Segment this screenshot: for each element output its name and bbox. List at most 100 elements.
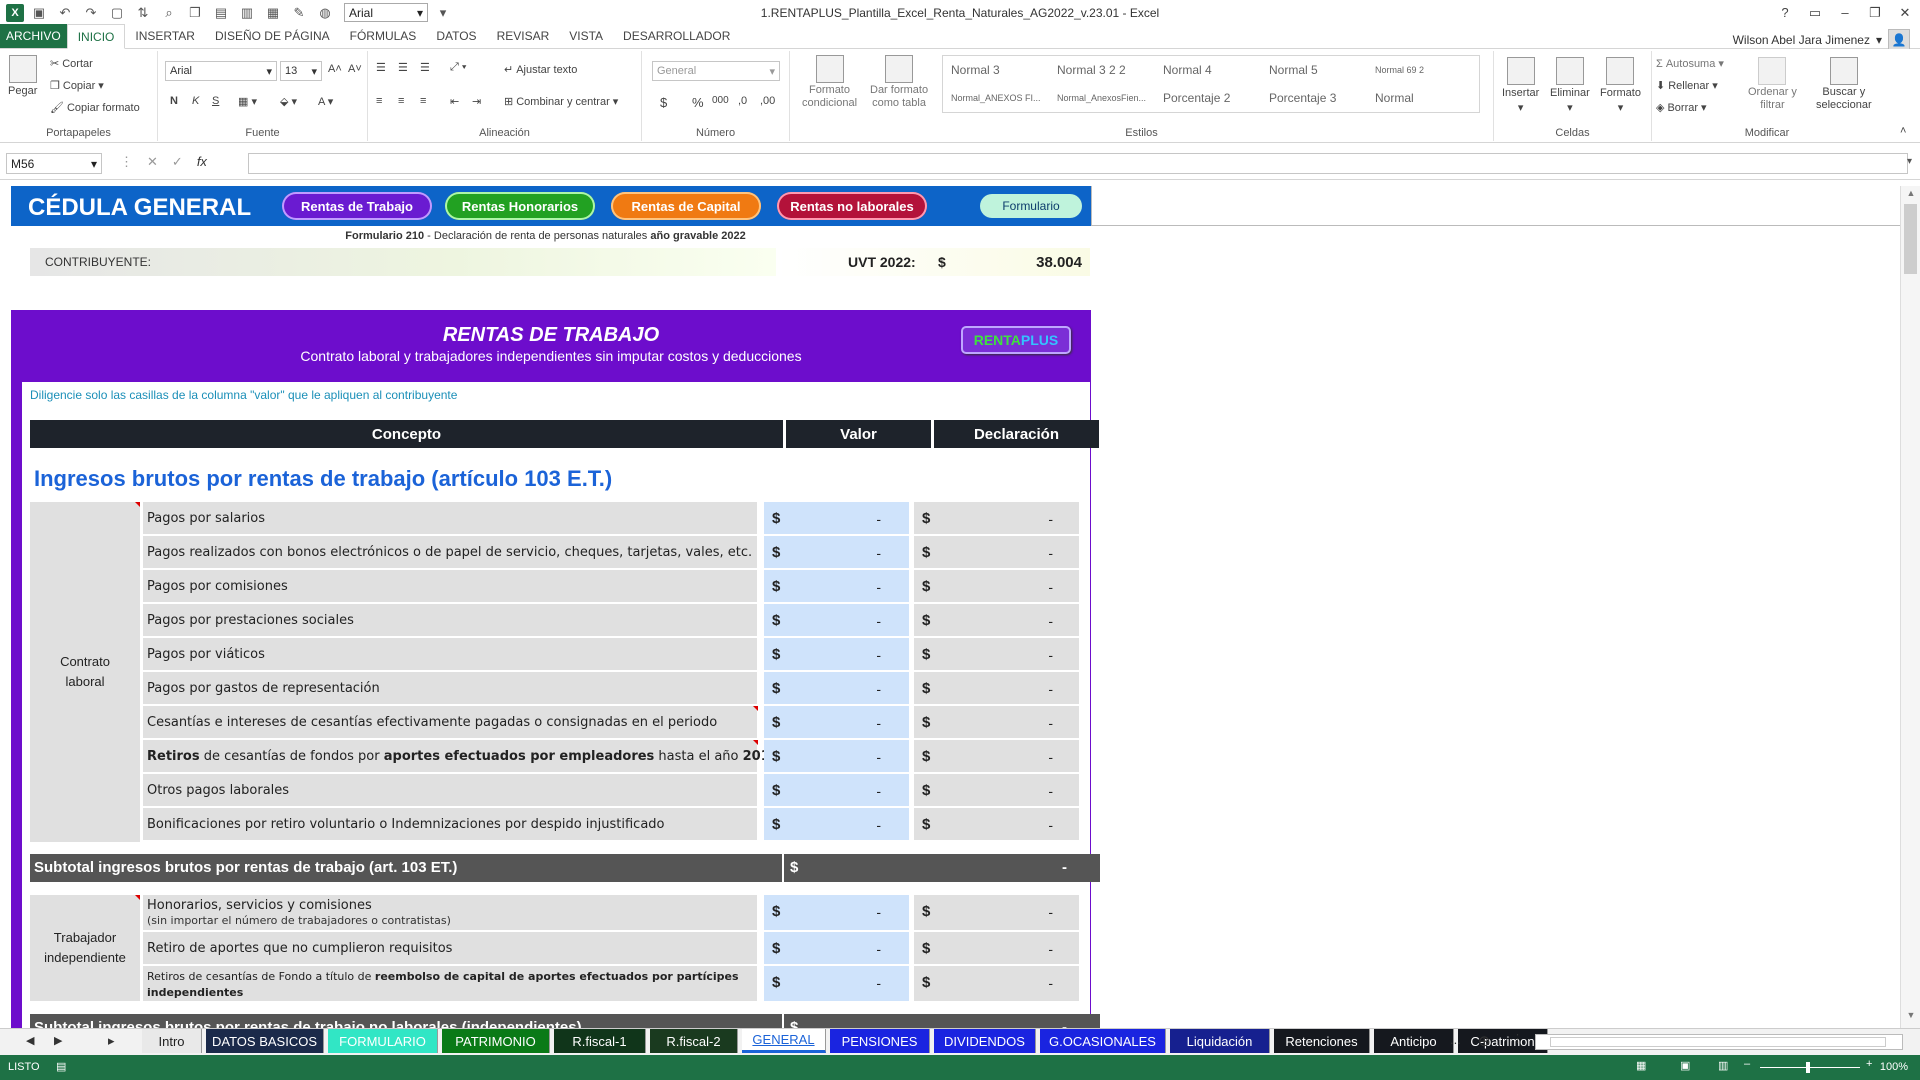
format-cells-button[interactable]: Formato ▾ [1600, 57, 1641, 114]
percent-button[interactable]: % [692, 95, 704, 110]
help-icon[interactable]: ? [1770, 0, 1800, 25]
value-input-cell[interactable]: $ - [764, 932, 909, 965]
save-icon[interactable]: ▣ [28, 3, 50, 23]
decrease-decimal-icon[interactable]: ,00 [760, 95, 775, 107]
nav-rentas-honorarios-button[interactable]: Rentas Honorarios [445, 192, 595, 220]
minimize-icon[interactable]: – [1830, 0, 1860, 25]
nav-formulario-button[interactable]: Formulario [980, 194, 1082, 218]
sheet-tab-formulario[interactable]: FORMULARIO [328, 1029, 438, 1053]
style-normal-3-2-2[interactable]: Normal 3 2 2 [1051, 58, 1153, 82]
style-normal-69-2[interactable]: Normal 69 2 [1369, 58, 1471, 82]
sheet-tab-r-fiscal-2[interactable]: R.fiscal-2 [650, 1029, 738, 1053]
sheet-tab-dividendos[interactable]: DIVIDENDOS [934, 1029, 1036, 1053]
zoom-out-icon[interactable]: – [1744, 1058, 1750, 1070]
style-porcentaje-3[interactable]: Porcentaje 3 [1263, 86, 1365, 110]
value-input-cell[interactable]: $ - [764, 604, 909, 637]
scroll-down-icon[interactable]: ▼ [1901, 1010, 1920, 1026]
value-input-cell[interactable]: $ - [764, 570, 909, 603]
bold-button[interactable]: N [170, 95, 178, 107]
style-normal-anexosfien[interactable]: Normal_AnexosFien... [1051, 86, 1153, 110]
tab-scroll-right-icon[interactable]: ▶ [54, 1034, 62, 1047]
sheet-tab-retenciones[interactable]: Retenciones [1274, 1029, 1370, 1053]
value-input-cell[interactable]: $ - [764, 895, 909, 931]
thousands-button[interactable]: 000 [712, 95, 729, 106]
style-normal-4[interactable]: Normal 4 [1157, 58, 1259, 82]
italic-button[interactable]: K [192, 95, 199, 107]
user-account[interactable]: Wilson Abel Jara Jimenez ▾ 👤 [1733, 29, 1910, 51]
cut-button[interactable]: ✂ Cortar [50, 57, 93, 71]
tab-scroll-left-icon[interactable]: ◀ [26, 1034, 34, 1047]
scroll-up-icon[interactable]: ▲ [1901, 188, 1920, 204]
align-center-icon[interactable]: ≡ [398, 95, 404, 107]
sheet-tab-patrimonio[interactable]: PATRIMONIO [442, 1029, 550, 1053]
nav-rentas-capital-button[interactable]: Rentas de Capital [611, 192, 761, 220]
page-layout-view-icon[interactable]: ▣ [1680, 1059, 1690, 1072]
sheet-tab-anticipo[interactable]: Anticipo [1374, 1029, 1454, 1053]
nav-rentas-no-laborales-button[interactable]: Rentas no laborales [777, 192, 927, 220]
style-normal[interactable]: Normal [1369, 86, 1471, 110]
new-file-icon[interactable]: ▢ [106, 3, 128, 23]
name-box[interactable]: M56 ▾ [6, 153, 102, 174]
font-color-icon[interactable]: A ▾ [318, 95, 333, 108]
value-input-cell[interactable]: $ - [764, 808, 909, 841]
vertical-scrollbar[interactable]: ▲ ▼ [1900, 186, 1920, 1028]
sheet-tab-datos-basicos[interactable]: DATOS BASICOS [206, 1029, 324, 1053]
tab-inicio[interactable]: INICIO [66, 24, 126, 49]
uvt-value[interactable]: 38.004 [1036, 254, 1082, 271]
merge-center-button[interactable]: ⊞ Combinar y centrar ▾ [504, 95, 618, 109]
align-right-icon[interactable]: ≡ [420, 95, 426, 107]
tab-archivo[interactable]: ARCHIVO [0, 24, 67, 48]
fill-button[interactable]: ⬇ Rellenar ▾ [1656, 79, 1718, 93]
redo-icon[interactable]: ↷ [80, 3, 102, 23]
add-sheet-icon[interactable]: ⊕ [1478, 1032, 1491, 1050]
tab-datos[interactable]: DATOS [426, 24, 486, 48]
number-format-select[interactable]: General ▾ [652, 61, 780, 81]
globe-icon[interactable]: ◍ [314, 3, 336, 23]
print-preview-icon[interactable]: ⌕ [158, 3, 180, 23]
restore-icon[interactable]: ❐ [1860, 0, 1890, 25]
enter-icon[interactable]: ✓ [172, 154, 183, 170]
horizontal-scroll-thumb[interactable] [1550, 1037, 1886, 1047]
delete-cells-button[interactable]: Eliminar ▾ [1550, 57, 1590, 114]
align-bottom-icon[interactable]: ☰ [420, 61, 430, 74]
fill-color-icon[interactable]: ⬙ ▾ [280, 95, 297, 108]
zoom-level[interactable]: 100% [1880, 1061, 1908, 1073]
copy-button[interactable]: ❐ Copiar ▾ [50, 79, 104, 93]
style-porcentaje-2[interactable]: Porcentaje 2 [1157, 86, 1259, 110]
decrease-indent-icon[interactable]: ⇤ [450, 95, 459, 108]
tab-prev-icon[interactable]: ▸ [108, 1033, 115, 1049]
format-painter-button[interactable]: 🖌 Copiar formato [50, 101, 140, 115]
close-icon[interactable]: ✕ [1890, 0, 1920, 25]
borders-icon[interactable]: ▦ ▾ [238, 95, 257, 108]
collapse-ribbon-icon[interactable]: ˄ [1900, 125, 1906, 137]
shrink-font-icon[interactable]: A˅ [348, 63, 362, 75]
increase-decimal-icon[interactable]: ,0 [738, 95, 747, 107]
sort-icon[interactable]: ⇅ [132, 3, 154, 23]
tab-diseno-pagina[interactable]: DISEÑO DE PÁGINA [205, 24, 340, 48]
font-name-select[interactable]: Arial ▾ [165, 61, 277, 81]
paste-icon[interactable]: ▤ [210, 3, 232, 23]
undo-icon[interactable]: ↶ [54, 3, 76, 23]
conditional-format-button[interactable]: Formato condicional [802, 55, 857, 109]
value-input-cell[interactable]: $ - [764, 740, 909, 773]
align-top-icon[interactable]: ☰ [376, 61, 386, 74]
sheet-tab-intro[interactable]: Intro [142, 1029, 202, 1053]
pen-icon[interactable]: ✎ [288, 3, 310, 23]
align-middle-icon[interactable]: ☰ [398, 61, 408, 74]
sheet-tab-general[interactable]: GENERAL [742, 1029, 826, 1053]
customize-toolbar-icon[interactable]: ▾ [432, 3, 454, 23]
style-normal-3[interactable]: Normal 3 [945, 58, 1047, 82]
orientation-icon[interactable]: ⤢ ▾ [450, 61, 466, 74]
format-as-table-button[interactable]: Dar formato como tabla [870, 55, 928, 109]
nav-rentas-trabajo-button[interactable]: Rentas de Trabajo [282, 192, 432, 220]
style-normal-5[interactable]: Normal 5 [1263, 58, 1365, 82]
tab-revisar[interactable]: REVISAR [487, 24, 560, 48]
copy-icon[interactable]: ❐ [184, 3, 206, 23]
autosum-button[interactable]: Σ Autosuma ▾ [1656, 57, 1724, 71]
insert-cells-button[interactable]: Insertar ▾ [1502, 57, 1539, 114]
normal-view-icon[interactable]: ▦ [1636, 1059, 1646, 1072]
worksheet[interactable]: CÉDULA GENERAL Rentas de Trabajo Rentas … [0, 186, 1900, 1028]
value-input-cell[interactable]: $ - [764, 536, 909, 569]
sheet-tabs-more[interactable]: ... [1450, 1032, 1461, 1047]
value-input-cell[interactable]: $ - [764, 672, 909, 705]
